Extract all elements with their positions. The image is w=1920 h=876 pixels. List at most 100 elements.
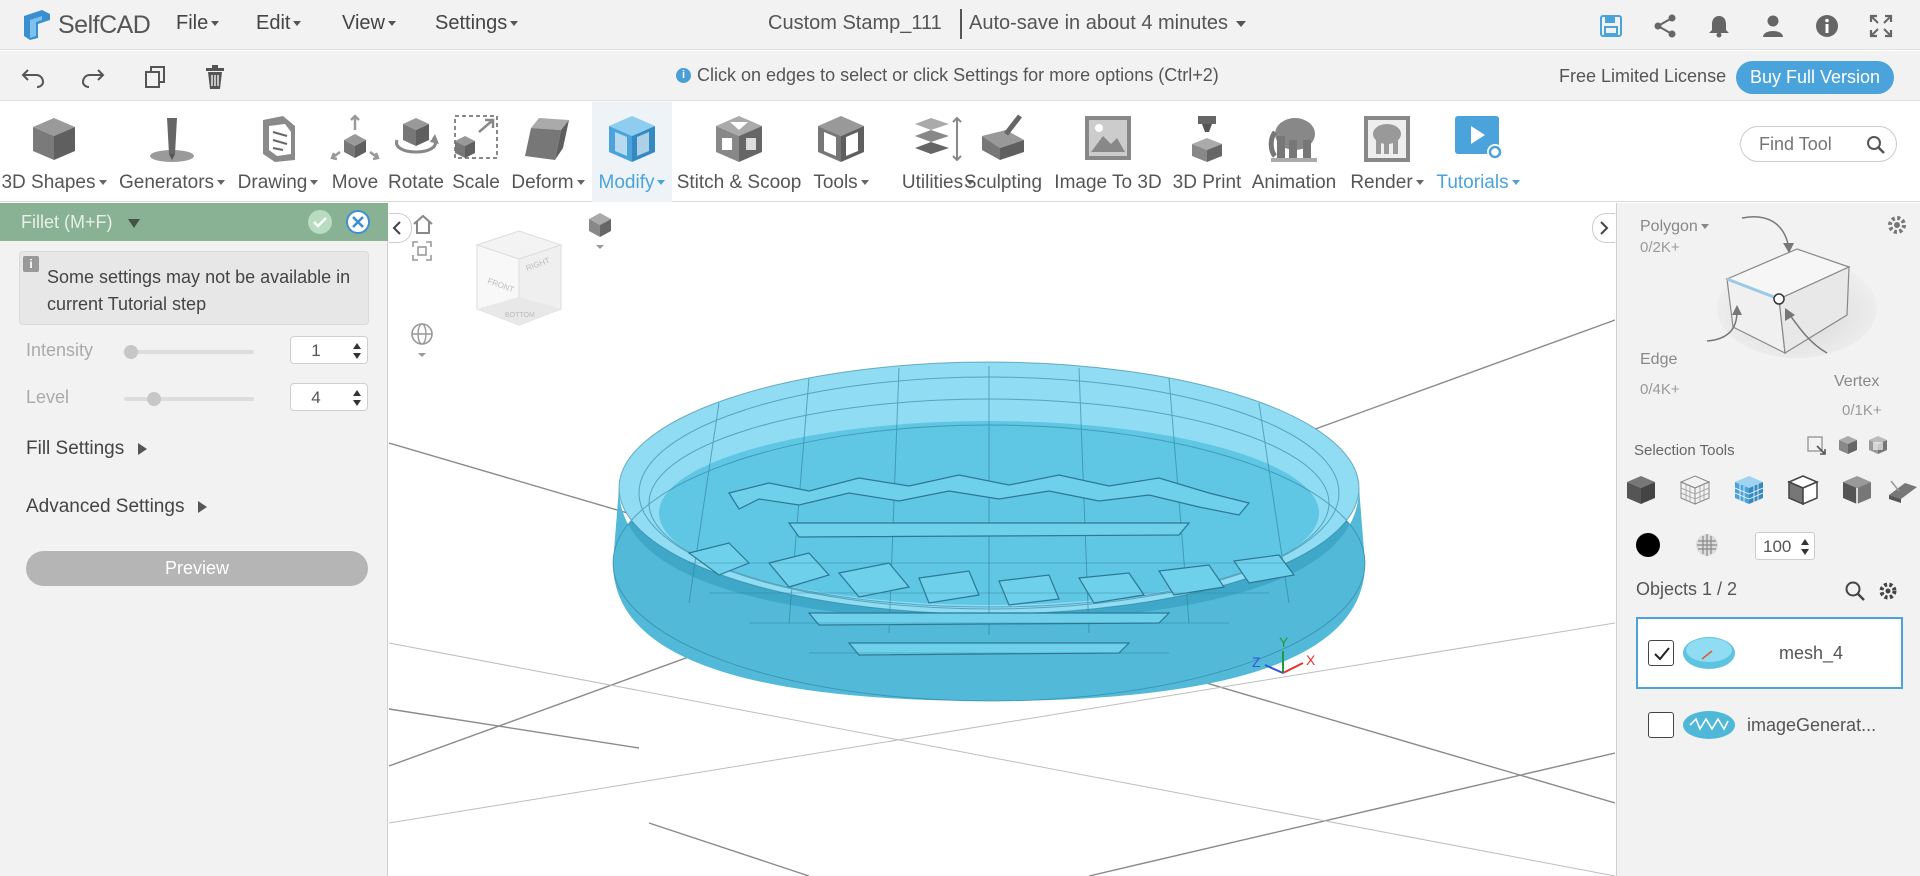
chevron-right-icon [1600,221,1609,235]
object-row[interactable]: mesh_4 [1636,617,1903,689]
tool-3d-shapes[interactable]: 3D Shapes [0,102,108,202]
perspective-icon[interactable] [585,209,615,253]
tool-generators[interactable]: Generators [112,102,232,202]
caret-up-icon[interactable] [1801,539,1809,545]
vertex-select-icon[interactable] [1840,473,1874,507]
drawing-icon [263,116,295,162]
menu-view[interactable]: View [342,12,396,35]
undo-icon[interactable] [20,64,46,90]
select-box-icon[interactable] [1805,434,1827,456]
caret-down-icon[interactable] [353,400,361,406]
intensity-stepper[interactable]: 1 [290,336,368,364]
autosave-text: Auto-save in about 4 minutes [969,12,1229,34]
intensity-slider[interactable] [124,345,254,359]
object-visibility-checkbox[interactable] [1648,640,1674,666]
tool-tutorials[interactable]: Tutorials [1430,102,1526,202]
check-icon [1654,647,1670,661]
info-icon: i [676,68,691,83]
tool-move[interactable]: Move [324,102,386,202]
solid-select-icon[interactable] [1624,473,1658,507]
menu-view-label: View [342,12,385,34]
panel-title: Fillet (M+F) [21,212,113,232]
tool-tools[interactable]: Tools [804,102,878,202]
tool-sculpting[interactable]: Sculpting [958,102,1048,202]
save-icon[interactable] [1598,13,1624,39]
caret-up-icon[interactable] [353,390,361,396]
axis-x-label: X [1306,652,1316,668]
autosave-status[interactable]: Auto-save in about 4 minutes [969,12,1247,35]
object-name: mesh_4 [1779,643,1844,663]
menu-settings[interactable]: Settings [435,12,519,35]
face-select-icon[interactable] [1732,473,1766,507]
orbit-icon[interactable] [409,323,435,363]
color-swatch[interactable] [1636,533,1660,557]
object-row[interactable]: imageGenerat... [1636,691,1903,763]
tool-animation[interactable]: Animation [1244,102,1344,202]
chevron-down-icon [1236,20,1247,27]
find-tool-search[interactable] [1740,126,1897,162]
slider-handle[interactable] [147,392,162,406]
tool-3d-print[interactable]: 3D Print [1168,102,1246,202]
caret-up-icon[interactable] [353,343,361,349]
selection-mode-cube[interactable] [1697,213,1877,363]
edge-select-icon[interactable] [1786,473,1820,507]
level-slider[interactable] [124,392,254,406]
status-hint: i Click on edges to select or click Setti… [676,65,1219,86]
info-icon[interactable] [1814,13,1840,39]
tool-scale[interactable]: Scale [446,102,506,202]
view-cube[interactable]: FRONT RIGHT BOTTOM [469,225,569,335]
tool-render[interactable]: Render [1344,102,1430,202]
buy-full-version-button[interactable]: Buy Full Version [1736,61,1894,94]
dropdown-arrow-icon[interactable] [128,219,140,228]
gear-icon[interactable] [1877,580,1899,602]
tool-drawing[interactable]: Drawing [234,102,322,202]
find-tool-input[interactable] [1759,133,1859,155]
object-visibility-checkbox[interactable] [1648,712,1674,738]
tool-image-to-3d[interactable]: Image To 3D [1050,102,1166,202]
fullscreen-icon[interactable] [1868,13,1894,39]
bell-icon[interactable] [1706,13,1732,39]
menu-file[interactable]: File [176,12,220,35]
gear-icon[interactable] [1885,213,1909,237]
image-to-3d-icon [1085,116,1131,160]
confirm-button[interactable] [308,210,332,234]
plane-select-icon[interactable] [1885,473,1919,507]
3d-viewport[interactable]: Y X Z FRONT RIGHT BOTTOM [389,203,1615,876]
share-icon[interactable] [1652,13,1678,39]
search-icon[interactable] [1866,135,1886,155]
material-texture-icon[interactable] [1695,533,1719,557]
copy-icon[interactable] [142,64,168,90]
logo-text: SelfCAD [58,10,151,39]
menu-edit[interactable]: Edit [256,12,302,35]
fill-settings-toggle[interactable]: Fill Settings [26,438,148,460]
select-group-icon[interactable] [1867,434,1889,456]
opacity-stepper[interactable]: 100 [1755,532,1815,560]
selfcad-logo[interactable]: SelfCAD [20,6,151,44]
redo-icon[interactable] [80,64,106,90]
user-icon[interactable] [1760,13,1786,39]
tool-rotate[interactable]: Rotate [386,102,446,202]
tool-deform[interactable]: Deform [506,102,590,202]
edge-count: 0/4K+ [1640,381,1680,398]
select-cube-icon[interactable] [1837,434,1859,456]
tool-modify[interactable]: Modify [592,102,672,202]
object-thumbnail [1683,637,1735,669]
slider-handle[interactable] [124,345,138,359]
advanced-settings-toggle[interactable]: Advanced Settings [26,496,208,518]
stamp-mesh[interactable] [612,361,1366,702]
top-menu-bar: SelfCAD File Edit View Settings Custom S… [0,0,1920,50]
close-button[interactable] [346,210,370,234]
tool-stitch-scoop[interactable]: Stitch & Scoop [674,102,804,202]
caret-down-icon[interactable] [1801,549,1809,555]
collapse-right-panel-button[interactable] [1592,213,1615,243]
wireframe-select-icon[interactable] [1678,473,1712,507]
project-name[interactable]: Custom Stamp_111 [768,12,942,35]
caret-down-icon[interactable] [353,353,361,359]
level-stepper[interactable]: 4 [290,383,368,411]
fit-view-icon[interactable] [411,240,433,262]
home-icon[interactable] [411,213,435,235]
search-icon[interactable] [1844,580,1866,602]
scene-canvas[interactable]: Y X Z [389,203,1615,876]
preview-button[interactable]: Preview [26,551,368,586]
trash-icon[interactable] [202,64,228,90]
